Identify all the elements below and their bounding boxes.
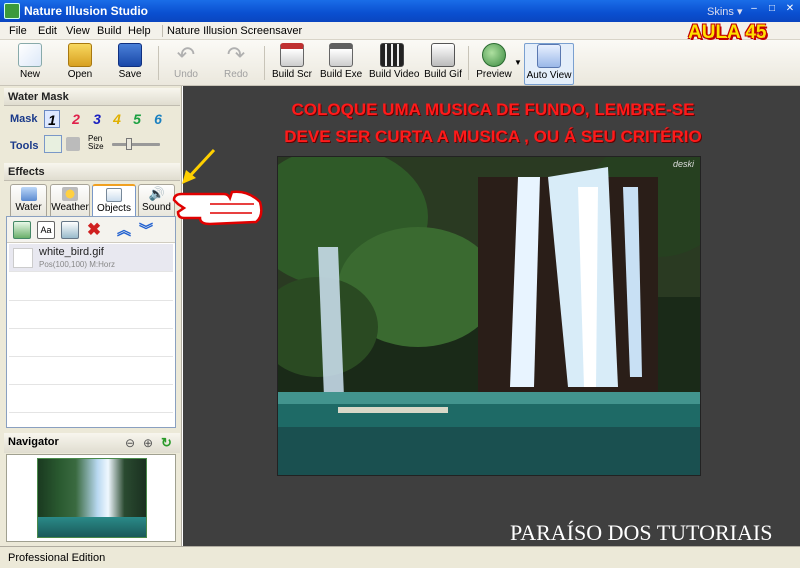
empty-row bbox=[9, 329, 173, 357]
mask-3-button[interactable]: 3 bbox=[89, 110, 105, 128]
film-icon bbox=[380, 43, 404, 67]
caption-line-2: DEVE SER CURTA A MUSICA , OU Á SEU CRITÉ… bbox=[284, 127, 702, 146]
menu-build[interactable]: Build bbox=[97, 25, 121, 37]
mask-label: Mask bbox=[10, 113, 38, 125]
pen-size-slider-thumb[interactable] bbox=[126, 138, 132, 150]
screensaver-icon bbox=[280, 43, 304, 67]
navigator-thumbnail bbox=[37, 458, 147, 538]
zoom-in-icon[interactable]: ⊕ bbox=[143, 436, 153, 450]
lesson-badge: AULA 45 bbox=[688, 22, 767, 43]
mask-5-button[interactable]: 5 bbox=[129, 110, 145, 128]
navigator-header: Navigator bbox=[4, 433, 180, 453]
mask-4-button[interactable]: 4 bbox=[109, 110, 125, 128]
list-item[interactable]: white_bird.gif Pos(100,100) M:Horz bbox=[9, 244, 173, 272]
auto-view-icon bbox=[537, 44, 561, 68]
annotation-arrow-icon bbox=[182, 148, 216, 184]
mask-1-button[interactable]: 1 bbox=[44, 110, 60, 128]
object-name: white_bird.gif bbox=[39, 246, 104, 258]
auto-view-button[interactable]: Auto View bbox=[524, 43, 574, 85]
menu-screensaver[interactable]: Nature Illusion Screensaver bbox=[162, 25, 302, 37]
move-up-icon[interactable]: ︽ bbox=[115, 221, 133, 239]
toolbar-separator bbox=[158, 46, 159, 80]
open-button[interactable]: Open bbox=[62, 43, 98, 85]
build-video-button[interactable]: Build Video bbox=[369, 43, 419, 85]
status-bar: Professional Edition bbox=[0, 546, 800, 568]
menu-edit[interactable]: Edit bbox=[38, 25, 57, 37]
objects-panel: Aa ✖ ︽ ︾ white_bird.gif Pos(100,100) M:H… bbox=[6, 216, 176, 428]
undo-icon: ↶ bbox=[176, 42, 196, 67]
build-gif-button[interactable]: Build Gif bbox=[424, 43, 462, 85]
add-text-button[interactable]: Aa bbox=[37, 221, 55, 239]
menu-bar: File Edit View Build Help Nature Illusio… bbox=[0, 22, 800, 40]
image-watermark: deski bbox=[672, 159, 694, 169]
empty-row bbox=[9, 301, 173, 329]
footer-watermark: PARAÍSO DOS TUTORIAIS bbox=[510, 520, 773, 545]
delete-icon[interactable]: ✖ bbox=[85, 221, 103, 239]
objects-toolbar: Aa ✖ ︽ ︾ bbox=[7, 217, 175, 243]
preview-icon bbox=[482, 43, 506, 67]
pen-size-slider[interactable] bbox=[112, 143, 160, 146]
weather-icon bbox=[62, 187, 78, 201]
mask-6-button[interactable]: 6 bbox=[150, 110, 166, 128]
preview-dropdown-icon[interactable]: ▼ bbox=[514, 58, 522, 67]
menu-help[interactable]: Help bbox=[128, 25, 151, 37]
preview-button[interactable]: Preview bbox=[474, 43, 514, 85]
toolbar-separator bbox=[264, 46, 265, 80]
water-icon bbox=[20, 187, 37, 201]
new-button[interactable]: New bbox=[12, 43, 48, 85]
menu-file[interactable]: File bbox=[9, 25, 27, 37]
toolbar-separator bbox=[468, 46, 469, 80]
folder-icon bbox=[68, 43, 92, 67]
zoom-out-icon[interactable]: ⊖ bbox=[125, 436, 135, 450]
save-button[interactable]: Save bbox=[112, 43, 148, 85]
edit-object-icon[interactable] bbox=[61, 221, 79, 239]
effects-header: Effects bbox=[4, 163, 180, 181]
objects-icon bbox=[106, 188, 122, 202]
build-scr-button[interactable]: Build Scr bbox=[272, 43, 312, 85]
water-mask-header: Water Mask bbox=[4, 88, 180, 106]
empty-row bbox=[9, 385, 173, 413]
redo-button[interactable]: ↷ Redo bbox=[218, 43, 254, 85]
disk-icon bbox=[118, 43, 142, 67]
tools-label: Tools bbox=[10, 140, 39, 152]
minimize-button[interactable]: – bbox=[747, 2, 761, 16]
skins-menu[interactable]: Skins ▾ bbox=[707, 5, 742, 18]
object-detail: Pos(100,100) M:Horz bbox=[39, 260, 116, 269]
exe-icon bbox=[329, 43, 353, 67]
pen-size-label: Pen Size bbox=[88, 134, 104, 151]
tab-water[interactable]: Water bbox=[10, 184, 47, 216]
waterfall-picture bbox=[278, 157, 700, 475]
navigator-preview[interactable] bbox=[6, 454, 176, 542]
empty-row bbox=[9, 273, 173, 301]
add-image-icon[interactable] bbox=[13, 221, 31, 239]
undo-button[interactable]: ↶ Undo bbox=[168, 43, 204, 85]
pen-tool-icon[interactable] bbox=[44, 135, 62, 153]
move-down-icon[interactable]: ︾ bbox=[137, 221, 155, 239]
maximize-button[interactable]: □ bbox=[765, 2, 779, 16]
bird-thumbnail-icon bbox=[13, 248, 33, 268]
tutorial-caption: COLOQUE UMA MUSICA DE FUNDO, LEMBRE-SE D… bbox=[208, 96, 778, 150]
waterfall-image[interactable]: deski bbox=[277, 156, 701, 476]
eraser-tool-icon[interactable] bbox=[66, 137, 80, 151]
mask-2-button[interactable]: 2 bbox=[68, 110, 84, 128]
gif-icon bbox=[431, 43, 455, 67]
empty-row bbox=[9, 357, 173, 385]
refresh-icon[interactable]: ↻ bbox=[161, 435, 172, 451]
title-bar: Nature Illusion Studio Skins ▾ – □ ✕ bbox=[0, 0, 800, 22]
tab-weather[interactable]: Weather bbox=[50, 184, 90, 216]
toolbar: New Open Save ↶ Undo ↷ Redo Build Scr Bu… bbox=[0, 40, 800, 86]
caption-line-1: COLOQUE UMA MUSICA DE FUNDO, LEMBRE-SE bbox=[291, 100, 695, 119]
build-exe-button[interactable]: Build Exe bbox=[320, 43, 362, 85]
menu-view[interactable]: View bbox=[66, 25, 90, 37]
status-text: Professional Edition bbox=[8, 552, 106, 564]
pointing-hand-icon bbox=[172, 190, 263, 226]
close-button[interactable]: ✕ bbox=[783, 2, 797, 16]
redo-icon: ↷ bbox=[226, 42, 246, 67]
speaker-icon: 🔊 bbox=[148, 186, 165, 201]
app-icon bbox=[4, 3, 20, 19]
tab-objects[interactable]: Objects bbox=[92, 184, 136, 217]
window-title: Nature Illusion Studio bbox=[24, 4, 149, 18]
new-icon bbox=[18, 43, 42, 67]
